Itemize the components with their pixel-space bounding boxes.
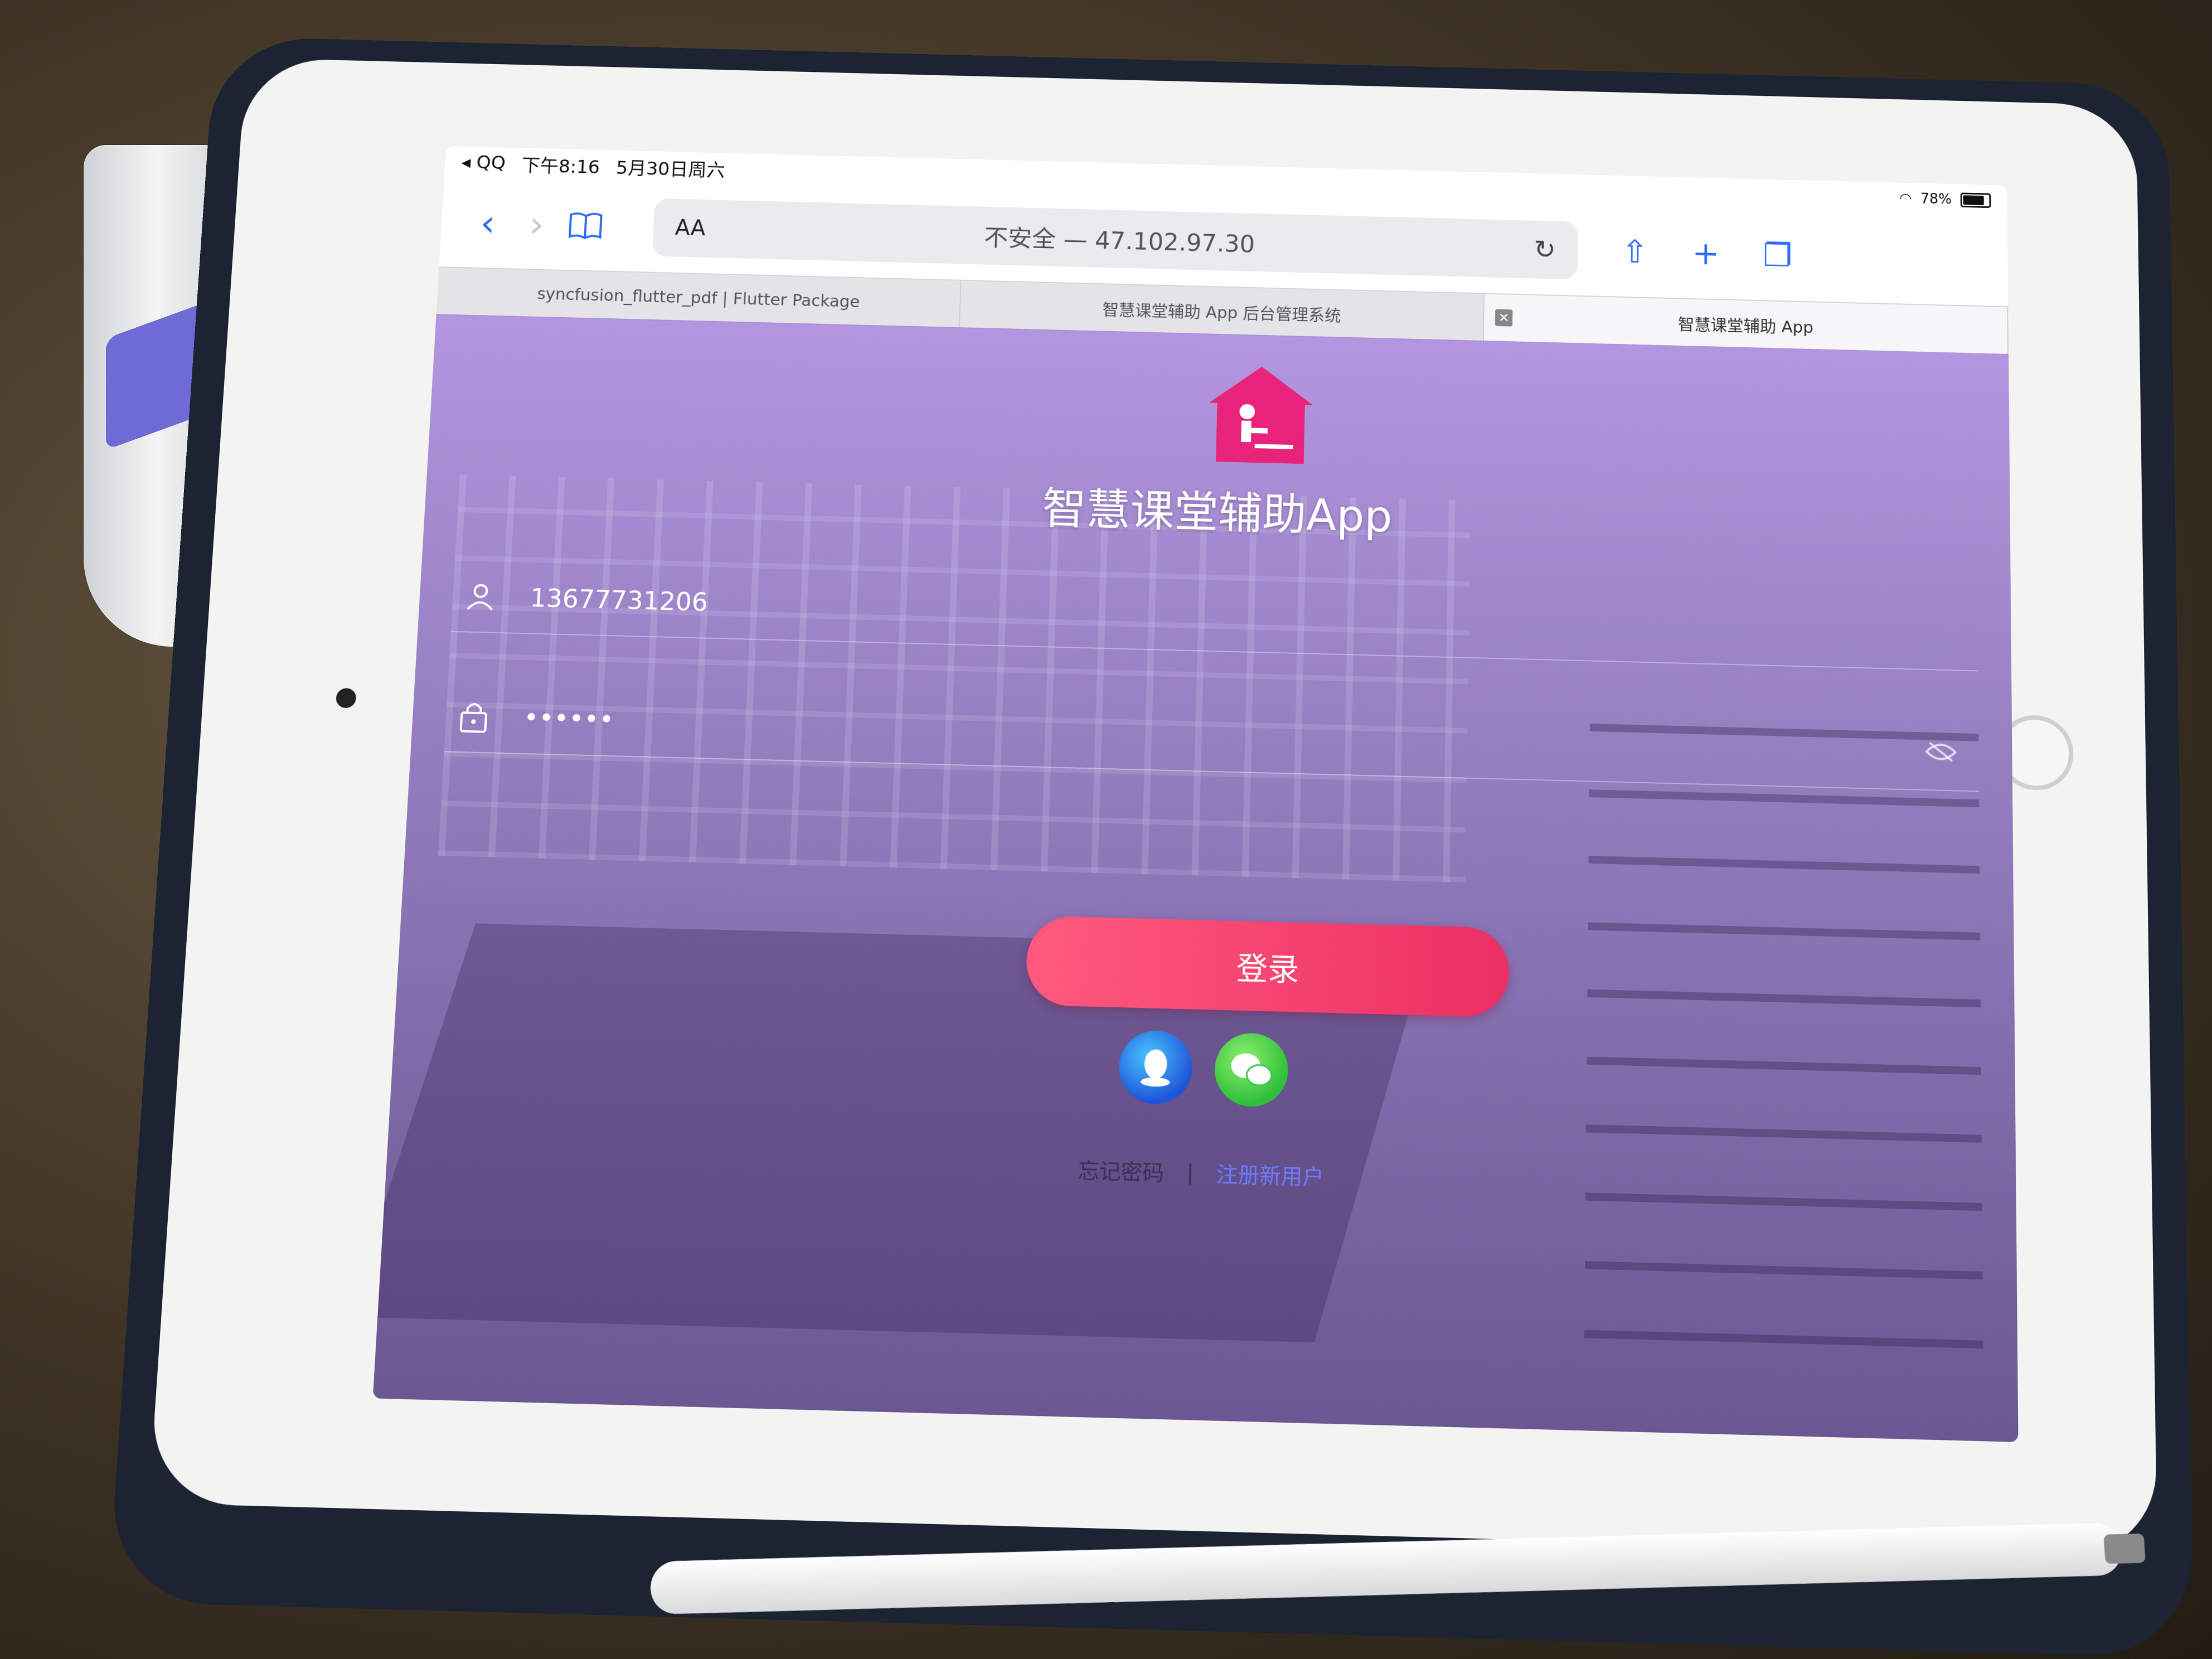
tablet-screen: ◂ QQ 下午8:16 5月30日周六 ◠ 78% ‹ › AA 不安全 — 4… xyxy=(372,145,2019,1442)
tab-label: 智慧课堂辅助 App 后台管理系统 xyxy=(1102,300,1342,326)
qq-login-button[interactable] xyxy=(1118,1030,1194,1105)
password-input[interactable]: •••••• xyxy=(523,703,615,735)
status-date: 5月30日周六 xyxy=(615,157,726,181)
lock-icon xyxy=(445,699,503,733)
tablet-bezel: ◂ QQ 下午8:16 5月30日周六 ◠ 78% ‹ › AA 不安全 — 4… xyxy=(148,57,2157,1557)
user-icon xyxy=(452,580,509,612)
background-bookshelf xyxy=(1584,720,1983,1349)
wechat-login-button[interactable] xyxy=(1214,1032,1289,1108)
register-link[interactable]: 注册新用户 xyxy=(1216,1157,1325,1191)
book-icon xyxy=(567,211,604,240)
close-tab-icon[interactable]: ✕ xyxy=(1495,309,1513,327)
house-logo-icon xyxy=(1207,365,1314,464)
tab-label: 智慧课堂辅助 App xyxy=(1677,315,1813,338)
chevron-left-icon: ‹ xyxy=(479,201,497,245)
status-time: 下午8:16 xyxy=(521,155,601,178)
tabs-overview-icon[interactable]: ❐ xyxy=(1763,237,1792,274)
login-page: 智慧课堂辅助App 13677731206 •••••• 登录 忘记密码 | 注… xyxy=(372,314,2019,1442)
battery-percent: 78% xyxy=(1920,191,1952,208)
username-input[interactable]: 13677731206 xyxy=(530,583,709,617)
text-size-button[interactable]: AA xyxy=(675,216,706,241)
login-button[interactable]: 登录 xyxy=(1025,915,1510,1018)
forgot-password-link[interactable]: 忘记密码 xyxy=(1078,1153,1165,1186)
apple-pencil xyxy=(650,1522,2146,1615)
tab-label: syncfusion_flutter_pdf | Flutter Package xyxy=(536,284,861,312)
eye-off-icon[interactable] xyxy=(1925,738,1957,770)
bookmarks-button[interactable] xyxy=(560,201,611,250)
back-to-app[interactable]: ◂ QQ xyxy=(461,152,506,173)
forward-button[interactable]: › xyxy=(511,200,562,249)
qq-icon xyxy=(1140,1049,1170,1087)
wechat-icon xyxy=(1231,1052,1274,1089)
share-icon[interactable]: ⇧ xyxy=(1621,233,1649,270)
address-bar[interactable]: AA 不安全 — 47.102.97.30 ↻ xyxy=(652,198,1578,280)
chevron-right-icon: › xyxy=(527,202,546,246)
reload-icon[interactable]: ↻ xyxy=(1534,235,1556,265)
tablet-case: ◂ QQ 下午8:16 5月30日周六 ◠ 78% ‹ › AA 不安全 — 4… xyxy=(107,36,2194,1658)
url-text: 不安全 — 47.102.97.30 xyxy=(983,224,1255,259)
link-separator: | xyxy=(1186,1159,1195,1185)
wifi-icon: ◠ xyxy=(1899,190,1912,207)
battery-icon xyxy=(1960,192,1991,208)
back-button[interactable]: ‹ xyxy=(462,199,513,248)
new-tab-icon[interactable]: + xyxy=(1692,235,1719,273)
front-camera xyxy=(335,688,357,709)
